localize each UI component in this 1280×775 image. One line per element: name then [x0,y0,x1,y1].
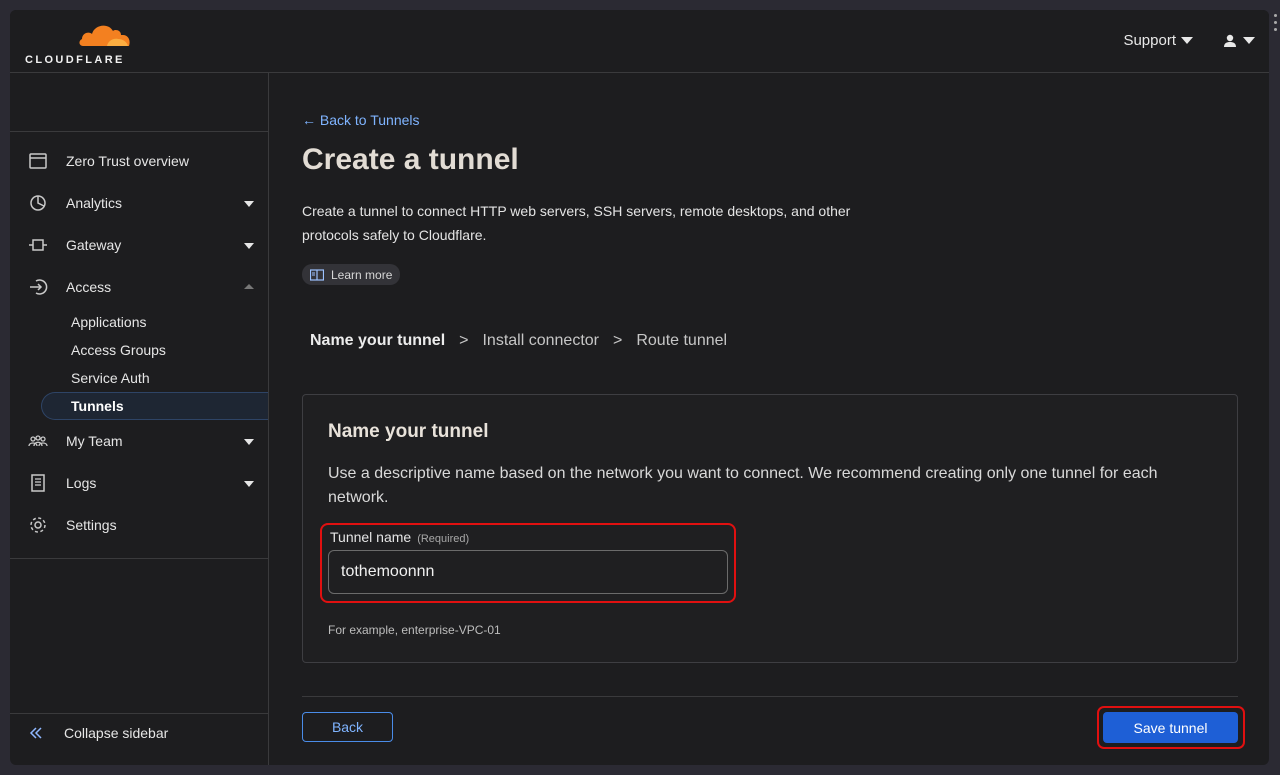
footer-divider [302,696,1238,697]
sidebar-subitem-access-groups[interactable]: Access Groups [10,336,268,364]
step-separator: > [613,332,623,349]
sidebar-item-my-team[interactable]: My Team [10,420,268,462]
overview-icon [29,153,47,169]
sidebar-item-settings[interactable]: Settings [10,504,268,546]
sidebar-item-access[interactable]: Access [10,266,268,308]
main-content: ← Back to Tunnels Create a tunnel Create… [302,73,1248,765]
step-route-tunnel: Route tunnel [636,332,728,349]
chevron-up-icon [244,284,254,289]
save-button-highlight: Save tunnel [1097,706,1245,749]
sidebar-item-gateway[interactable]: Gateway [10,224,268,266]
step-breadcrumb: Name your tunnel > Install connector > R… [310,332,727,350]
top-bar: CLOUDFLARE Support [10,10,1269,73]
sidebar-subitem-tunnels[interactable]: Tunnels [41,392,268,420]
collapse-sidebar-label: Collapse sidebar [64,725,169,741]
user-icon [1224,34,1236,47]
step-name-your-tunnel: Name your tunnel [310,332,446,349]
chevron-down-icon [244,243,254,249]
field-label-text: Tunnel name [330,529,412,545]
card-description: Use a descriptive name based on the netw… [328,465,1158,506]
sidebar-item-logs[interactable]: Logs [10,462,268,504]
sidebar: Zero Trust overview Analytics Gateway Ac… [10,73,269,765]
chevron-down-icon [244,201,254,207]
learn-more-label: Learn more [331,267,393,282]
sidebar-item-label: Access [66,279,112,295]
sidebar-item-label: Gateway [66,237,122,253]
chevron-down-icon [1181,37,1193,44]
sidebar-item-label: My Team [66,433,123,449]
sidebar-subitem-applications[interactable]: Applications [10,308,268,336]
chevron-down-icon [1243,37,1255,44]
back-button[interactable]: Back [302,712,393,742]
gateway-icon [29,239,47,251]
sidebar-item-label: Zero Trust overview [66,153,189,169]
tunnel-name-field-highlight: Tunnel name (Required) [320,523,736,603]
sidebar-nav: Zero Trust overview Analytics Gateway Ac… [10,132,268,546]
cloudflare-logo[interactable]: CLOUDFLARE [25,20,135,66]
sidebar-item-label: Settings [66,517,117,533]
page-description: Create a tunnel to connect HTTP web serv… [302,203,851,243]
sidebar-divider [10,713,268,714]
name-tunnel-card: Name your tunnel Use a descriptive name … [302,394,1238,663]
back-to-tunnels-link[interactable]: ← Back to Tunnels [302,112,420,128]
tunnel-name-label: Tunnel name (Required) [330,529,469,545]
tunnel-name-input[interactable] [328,550,728,594]
access-icon [30,279,48,295]
save-tunnel-button[interactable]: Save tunnel [1103,712,1238,743]
chevron-down-icon [244,481,254,487]
support-menu[interactable]: Support [1123,32,1193,49]
learn-more-button[interactable]: Learn more [302,264,401,285]
double-chevron-left-icon [29,727,42,739]
sidebar-subitem-label: Service Auth [71,370,150,386]
step-install-connector: Install connector [482,332,599,349]
sidebar-subitem-label: Tunnels [71,398,124,414]
sidebar-item-analytics[interactable]: Analytics [10,182,268,224]
logs-icon [31,474,45,492]
sidebar-item-label: Logs [66,475,97,491]
sidebar-divider [10,558,268,559]
card-title: Name your tunnel [328,421,489,442]
cloud-logo-icon [79,25,130,46]
collapse-sidebar-button[interactable]: Collapse sidebar [28,725,168,741]
step-separator: > [459,332,469,349]
field-hint: For example, enterprise-VPC-01 [328,623,501,637]
window-menu-icon[interactable] [1274,14,1278,35]
team-icon [28,435,48,447]
chevron-down-icon [244,439,254,445]
sidebar-subitem-service-auth[interactable]: Service Auth [10,364,268,392]
analytics-icon [30,195,46,211]
user-menu[interactable] [1223,34,1255,48]
logo-wordmark: CLOUDFLARE [25,54,125,66]
book-icon [310,268,324,281]
app-window: CLOUDFLARE Support Zero Trust overview A… [10,10,1269,765]
sidebar-subitem-label: Applications [71,314,147,330]
sidebar-account-area [10,73,268,132]
gear-icon [30,517,46,533]
required-tag: (Required) [417,533,470,545]
support-label: Support [1123,32,1176,49]
sidebar-item-zero-trust-overview[interactable]: Zero Trust overview [10,140,268,182]
page-title: Create a tunnel [302,143,519,176]
sidebar-subitem-label: Access Groups [71,342,166,358]
sidebar-item-label: Analytics [66,195,123,211]
